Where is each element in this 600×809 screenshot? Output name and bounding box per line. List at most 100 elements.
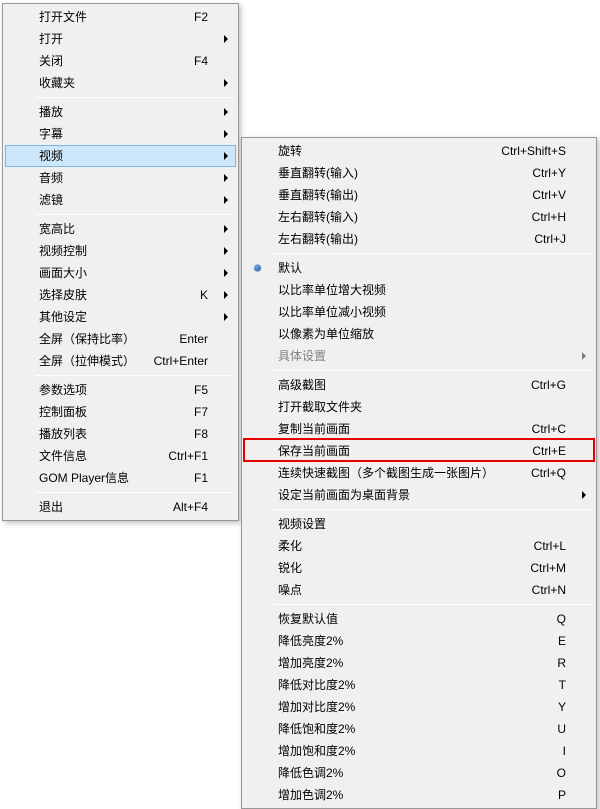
menu-item-label: 文件信息 xyxy=(39,449,87,463)
menu-item[interactable]: 其他设定 xyxy=(5,306,236,328)
menu-item-label: 滤镜 xyxy=(39,193,63,207)
menu-separator xyxy=(274,370,592,371)
menu-item[interactable]: 文件信息Ctrl+F1 xyxy=(5,445,236,467)
menu-item-shortcut: F8 xyxy=(194,423,208,445)
menu-item[interactable]: 控制面板F7 xyxy=(5,401,236,423)
menu-item[interactable]: 以比率单位增大视频 xyxy=(244,279,594,301)
submenu-arrow-icon xyxy=(224,152,228,160)
menu-item[interactable]: 降低对比度2%T xyxy=(244,674,594,696)
submenu-arrow-icon xyxy=(224,196,228,204)
radio-selected-icon xyxy=(254,265,261,272)
menu-item[interactable]: 降低色调2%O xyxy=(244,762,594,784)
menu-item-label: 播放 xyxy=(39,105,63,119)
menu-item[interactable]: 复制当前画面Ctrl+C xyxy=(244,418,594,440)
menu-item[interactable]: 锐化Ctrl+M xyxy=(244,557,594,579)
menu-item-shortcut: Ctrl+N xyxy=(532,579,566,601)
menu-item-label: 增加色调2% xyxy=(278,788,343,802)
menu-item-label: 柔化 xyxy=(278,539,302,553)
menu-item-label: 视频设置 xyxy=(278,517,326,531)
menu-item[interactable]: 默认 xyxy=(244,257,594,279)
menu-item-shortcut: Ctrl+H xyxy=(532,206,566,228)
menu-item-shortcut: Ctrl+Shift+S xyxy=(501,140,566,162)
menu-item[interactable]: 连续快速截图（多个截图生成一张图片）Ctrl+Q xyxy=(244,462,594,484)
menu-item[interactable]: 音频 xyxy=(5,167,236,189)
menu-separator xyxy=(35,97,234,98)
menu-item[interactable]: 打开文件F2 xyxy=(5,6,236,28)
menu-item[interactable]: 以比率单位减小视频 xyxy=(244,301,594,323)
menu-item[interactable]: 关闭F4 xyxy=(5,50,236,72)
menu-item[interactable]: 增加亮度2%R xyxy=(244,652,594,674)
menu-item[interactable]: 降低饱和度2%U xyxy=(244,718,594,740)
menu-item-shortcut: T xyxy=(559,674,566,696)
menu-item[interactable]: 视频设置 xyxy=(244,513,594,535)
menu-item[interactable]: 播放列表 F8 xyxy=(5,423,236,445)
menu-item-label: 左右翻转(输入) xyxy=(278,210,358,224)
submenu-arrow-icon xyxy=(224,247,228,255)
menu-item[interactable]: 垂直翻转(输入) Ctrl+Y xyxy=(244,162,594,184)
menu-item[interactable]: 垂直翻转(输出)Ctrl+V xyxy=(244,184,594,206)
menu-item[interactable]: 恢复默认值 Q xyxy=(244,608,594,630)
menu-item-shortcut: Ctrl+J xyxy=(534,228,566,250)
menu-item[interactable]: 柔化Ctrl+L xyxy=(244,535,594,557)
menu-item[interactable]: 打开 xyxy=(5,28,236,50)
menu-item[interactable]: 增加对比度2%Y xyxy=(244,696,594,718)
menu-item-label: 复制当前画面 xyxy=(278,422,350,436)
menu-item-label: 播放列表 xyxy=(39,427,87,441)
menu-item[interactable]: 选择皮肤K xyxy=(5,284,236,306)
menu-item[interactable]: 降低亮度2%E xyxy=(244,630,594,652)
menu-item[interactable]: 滤镜 xyxy=(5,189,236,211)
menu-item[interactable]: 以像素为单位缩放 xyxy=(244,323,594,345)
menu-item-shortcut: P xyxy=(558,784,566,806)
menu-item[interactable]: 全屏（保持比率）Enter xyxy=(5,328,236,350)
menu-item-shortcut: O xyxy=(557,762,566,784)
menu-item-label: 垂直翻转(输入) xyxy=(278,166,358,180)
menu-item[interactable]: 设定当前画面为桌面背景 xyxy=(244,484,594,506)
menu-item[interactable]: 播放 xyxy=(5,101,236,123)
menu-item[interactable]: 收藏夹 xyxy=(5,72,236,94)
menu-item[interactable]: 保存当前画面Ctrl+E xyxy=(244,440,594,462)
menu-item-shortcut: F5 xyxy=(194,379,208,401)
menu-item-label: 恢复默认值 xyxy=(278,612,338,626)
menu-item[interactable]: 旋转 Ctrl+Shift+S xyxy=(244,140,594,162)
menu-item[interactable]: 打开截取文件夹 xyxy=(244,396,594,418)
menu-item-label: 连续快速截图（多个截图生成一张图片） xyxy=(278,466,494,480)
menu-item[interactable]: 字幕 xyxy=(5,123,236,145)
menu-item[interactable]: 高级截图Ctrl+G xyxy=(244,374,594,396)
menu-item-shortcut: Ctrl+Y xyxy=(532,162,566,184)
menu-item-label: 增加对比度2% xyxy=(278,700,355,714)
menu-item-label: 宽高比 xyxy=(39,222,75,236)
menu-item-label: 默认 xyxy=(278,261,302,275)
submenu-arrow-icon xyxy=(224,108,228,116)
menu-item[interactable]: 视频控制 xyxy=(5,240,236,262)
menu-item: 具体设置 xyxy=(244,345,594,367)
menu-item[interactable]: 左右翻转(输出)Ctrl+J xyxy=(244,228,594,250)
menu-item-shortcut: Alt+F4 xyxy=(173,496,208,518)
submenu-arrow-icon xyxy=(224,79,228,87)
menu-item-label: 增加亮度2% xyxy=(278,656,343,670)
menu-separator xyxy=(35,375,234,376)
menu-item-shortcut: Ctrl+V xyxy=(532,184,566,206)
menu-item-label: 打开截取文件夹 xyxy=(278,400,362,414)
menu-item-shortcut: Q xyxy=(557,608,566,630)
menu-item-label: 以比率单位增大视频 xyxy=(278,283,386,297)
menu-item[interactable]: 宽高比 xyxy=(5,218,236,240)
submenu-arrow-icon xyxy=(224,313,228,321)
context-menu-main: 打开文件F2打开关闭F4收藏夹播放字幕视频音频滤镜宽高比视频控制画面大小选择皮肤… xyxy=(2,3,239,521)
menu-item[interactable]: 增加色调2% P xyxy=(244,784,594,806)
menu-item[interactable]: 噪点Ctrl+N xyxy=(244,579,594,601)
menu-item-shortcut: F2 xyxy=(194,6,208,28)
submenu-arrow-icon xyxy=(224,269,228,277)
menu-item-label: 具体设置 xyxy=(278,349,326,363)
menu-item[interactable]: 左右翻转(输入) Ctrl+H xyxy=(244,206,594,228)
menu-item-label: 旋转 xyxy=(278,144,302,158)
menu-item[interactable]: 增加饱和度2%I xyxy=(244,740,594,762)
menu-item[interactable]: 画面大小 xyxy=(5,262,236,284)
menu-item[interactable]: 视频 xyxy=(5,145,236,167)
menu-item-shortcut: Enter xyxy=(179,328,208,350)
menu-item[interactable]: 参数选项F5 xyxy=(5,379,236,401)
menu-item[interactable]: GOM Player信息F1 xyxy=(5,467,236,489)
menu-item-label: 全屏（拉伸模式） xyxy=(39,354,135,368)
menu-item[interactable]: 全屏（拉伸模式）Ctrl+Enter xyxy=(5,350,236,372)
menu-item-label: 视频控制 xyxy=(39,244,87,258)
menu-item[interactable]: 退出Alt+F4 xyxy=(5,496,236,518)
